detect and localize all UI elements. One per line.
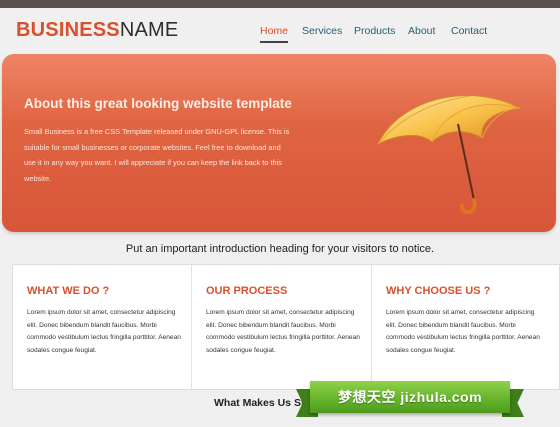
- nav-about[interactable]: About: [408, 25, 435, 37]
- hero-heading: About this great looking website templat…: [24, 96, 292, 111]
- intro-heading: Put an important introduction heading fo…: [125, 243, 435, 255]
- umbrella-icon: [376, 95, 522, 215]
- hero-banner: About this great looking website templat…: [2, 54, 556, 232]
- feature-title: OUR PROCESS: [206, 285, 288, 297]
- nav-home[interactable]: Home: [260, 25, 289, 43]
- feature-what-we-do: WHAT WE DO ? Lorem ipsum dolor sit amet,…: [13, 265, 191, 389]
- feature-body: Lorem ipsum dolor sit amet, consectetur …: [206, 309, 360, 354]
- nav-services[interactable]: Services: [302, 25, 342, 37]
- features-panel: WHAT WE DO ? Lorem ipsum dolor sit amet,…: [12, 264, 560, 390]
- feature-why-choose-us: WHY CHOOSE US ? Lorem ipsum dolor sit am…: [371, 265, 560, 389]
- nav-contact[interactable]: Contact: [451, 25, 487, 37]
- main-nav: Home Services Products About Contact: [0, 25, 560, 45]
- feature-our-process: OUR PROCESS Lorem ipsum dolor sit amet, …: [191, 265, 372, 389]
- watermark-ribbon: 梦想天空 jizhula.com: [296, 377, 524, 423]
- hero-description: Small Business is a free CSS Template re…: [24, 127, 290, 183]
- feature-title: WHAT WE DO ?: [27, 285, 110, 297]
- feature-body: Lorem ipsum dolor sit amet, consectetur …: [386, 309, 540, 354]
- top-bar: [0, 0, 560, 8]
- nav-products[interactable]: Products: [354, 25, 395, 37]
- feature-title: WHY CHOOSE US ?: [386, 285, 491, 297]
- feature-body: Lorem ipsum dolor sit amet, consectetur …: [27, 309, 181, 354]
- watermark-text: 梦想天空 jizhula.com: [337, 389, 483, 405]
